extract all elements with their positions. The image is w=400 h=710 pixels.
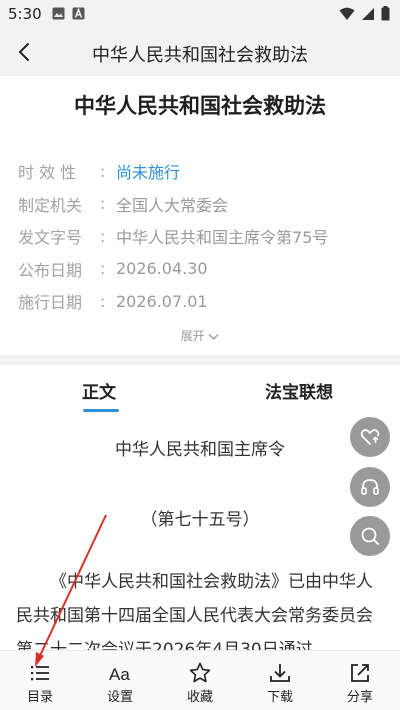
meta-row-effective-date: 施行日期 : 2026.07.01 — [18, 285, 388, 318]
signal-icon — [362, 7, 374, 20]
document-title: 中华人民共和国社会救助法 — [74, 94, 326, 118]
header-title: 中华人民共和国社会救助法 — [92, 45, 308, 66]
meta-row-doc-number: 发文字号 : 中华人民共和国主席令第75号 — [18, 220, 388, 253]
status-bar: 5:30 — [0, 0, 400, 28]
meta-value-status: 尚未施行 — [116, 163, 181, 183]
listen-button[interactable] — [350, 467, 390, 507]
download-icon — [270, 664, 290, 682]
search-button[interactable] — [350, 516, 390, 556]
meta-separator: : — [100, 291, 106, 311]
tab-main-text[interactable]: 正文 — [82, 378, 116, 403]
battery-icon — [381, 6, 390, 21]
meta-label: 制定机关 — [18, 195, 83, 215]
star-icon — [189, 662, 211, 683]
heart-refresh-icon — [360, 429, 380, 445]
document-meta: 时 效 性 : 尚未施行 制定机关 : 全国人大常委会 发文字号 : 中华人民共… — [18, 155, 388, 318]
list-icon — [31, 666, 49, 681]
meta-row-publish-date: 公布日期 : 2026.04.30 — [18, 253, 388, 286]
nav-label: 目录 — [26, 690, 53, 705]
svg-text:Aa: Aa — [109, 665, 130, 684]
content-tabs: 正文 法宝联想 — [0, 365, 400, 415]
a-notification-icon — [72, 7, 85, 20]
image-notification-icon — [52, 7, 65, 20]
active-tab-indicator — [83, 409, 119, 412]
status-indicators — [339, 6, 390, 21]
meta-value: 全国人大常委会 — [116, 195, 229, 215]
nav-label: 收藏 — [186, 690, 213, 705]
order-title: 中华人民共和国主席令 — [115, 440, 285, 460]
chevron-down-icon — [208, 333, 219, 340]
headphones-icon — [361, 479, 379, 495]
meta-label: 发文字号 — [18, 228, 83, 248]
bottom-toolbar: 目录 Aa 设置 收藏 下载 分享 — [0, 650, 400, 710]
meta-separator: : — [100, 194, 106, 214]
document-body: 中华人民共和国主席令 （第七十五号） 《中华人民共和国社会救助法》已由中华人民共… — [0, 415, 400, 650]
meta-row-validity: 时 效 性 : 尚未施行 — [18, 155, 388, 188]
tab-related-laws[interactable]: 法宝联想 — [265, 378, 333, 403]
meta-value: 2026.04.30 — [116, 259, 208, 279]
body-paragraph: 《中华人民共和国社会救助法》已由中华人民共和国第十四届全国人民代表大会常务委员会… — [16, 572, 373, 650]
meta-label: 公布日期 — [18, 260, 83, 280]
download-button[interactable]: 下载 — [240, 651, 320, 710]
meta-value: 2026.07.01 — [116, 291, 208, 311]
favorite-button[interactable]: 收藏 — [160, 651, 240, 710]
meta-separator: : — [100, 161, 106, 181]
share-icon — [351, 664, 369, 682]
heart-refresh-button[interactable] — [350, 417, 390, 457]
meta-value: 中华人民共和国主席令第75号 — [116, 228, 329, 248]
expand-button[interactable]: 展开 — [0, 327, 400, 344]
nav-label: 分享 — [346, 690, 373, 705]
meta-row-issuer: 制定机关 : 全国人大常委会 — [18, 188, 388, 221]
toc-button[interactable]: 目录 — [0, 651, 80, 710]
font-size-icon: Aa — [109, 665, 130, 684]
meta-label: 施行日期 — [18, 293, 83, 313]
meta-separator: : — [100, 259, 106, 279]
status-time: 5:30 — [8, 5, 42, 23]
order-number: （第七十五号） — [140, 510, 260, 530]
wifi-icon — [339, 7, 355, 20]
expand-label: 展开 — [180, 329, 205, 343]
settings-button[interactable]: Aa 设置 — [80, 651, 160, 710]
meta-label: 时 效 性 — [18, 163, 77, 183]
nav-label: 下载 — [266, 690, 293, 705]
nav-label: 设置 — [106, 690, 133, 705]
meta-separator: : — [100, 226, 106, 246]
search-icon — [361, 527, 379, 545]
app-header: 中华人民共和国社会救助法 — [0, 28, 400, 76]
section-divider — [0, 355, 400, 365]
share-button[interactable]: 分享 — [320, 651, 400, 710]
